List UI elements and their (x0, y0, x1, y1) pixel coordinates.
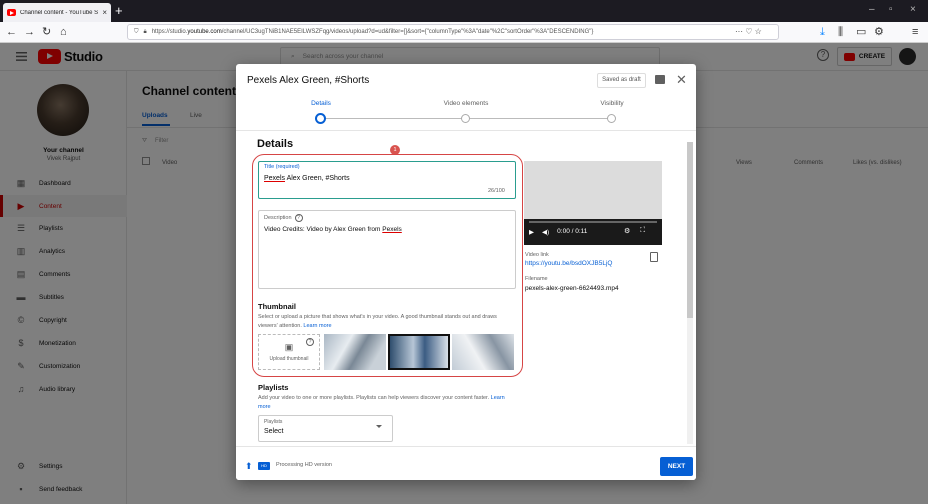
hd-icon: HD (258, 462, 270, 470)
step-video-elements[interactable]: Video elements (426, 100, 506, 107)
youtube-favicon-icon (7, 9, 16, 16)
auto-thumbnail-2-selected[interactable] (388, 334, 450, 370)
library-icon[interactable]: ⫼ (838, 24, 843, 40)
title-field-label: Title (required) (264, 164, 300, 170)
video-playback-controls: ▶ ◀) 0:00 / 0:11 (529, 228, 587, 236)
scrollbar-thumb[interactable] (687, 142, 693, 318)
processing-status: Processing HD version (276, 462, 332, 468)
gear-icon[interactable]: ⚙ (624, 227, 630, 235)
step-details[interactable]: Details (281, 100, 361, 107)
home-icon[interactable]: ⌂ (60, 24, 67, 40)
thumbnail-help-icon[interactable]: ? (306, 338, 314, 346)
video-link-label: Video link (525, 252, 549, 258)
video-link[interactable]: https://youtu.be/bsdOXJB5LjQ (525, 260, 612, 267)
sidebar-toggle-icon[interactable]: ▭ (856, 24, 866, 40)
description-field-label: Description? (264, 214, 303, 222)
next-button[interactable]: NEXT (660, 457, 693, 476)
description-field-value[interactable]: Video Credits: Video by Alex Green from … (264, 226, 402, 233)
auto-thumbnail-3[interactable] (452, 334, 514, 370)
menu-icon[interactable]: ≡ (912, 24, 918, 40)
playlists-dropdown-value: Select (264, 428, 284, 435)
thumbnail-description: Select or upload a picture that shows wh… (258, 314, 497, 329)
saved-as-draft-label: Saved as draft (597, 73, 646, 88)
step-video-elements-dot (461, 114, 470, 123)
page-actions-icon[interactable]: ··· ♡ ☆ (735, 27, 762, 36)
copy-icon[interactable] (650, 252, 658, 262)
browser-tab-bar (0, 0, 928, 22)
upload-thumbnail-label: Upload thumbnail (269, 356, 309, 362)
downloads-icon[interactable]: ⤓ (820, 24, 825, 40)
maximize-icon[interactable]: ▫ (889, 4, 893, 15)
video-time: 0:00 / 0:11 (557, 228, 588, 235)
step-details-dot (315, 113, 326, 124)
address-bar[interactable]: ⛉ 🔒︎ https://studio.youtube.com/channel/… (127, 24, 779, 40)
new-tab-button[interactable]: + (115, 3, 123, 18)
back-icon[interactable]: ← (6, 24, 17, 40)
playlists-heading: Playlists (258, 383, 289, 392)
volume-icon[interactable]: ◀) (542, 228, 549, 236)
play-icon[interactable]: ▶ (529, 228, 534, 236)
filename-label: Filename (525, 276, 548, 282)
browser-tab[interactable]: Channel content - YouTube St... × (3, 3, 111, 22)
close-tab-icon[interactable]: × (102, 8, 107, 17)
feedback-icon[interactable] (655, 75, 665, 84)
help-icon[interactable]: ? (294, 214, 303, 222)
upload-dialog: Pexels Alex Green, #Shorts Saved as draf… (236, 64, 696, 480)
chevron-down-icon (376, 425, 382, 428)
video-progress-bar[interactable] (529, 221, 657, 223)
thumbnail-learn-more-link[interactable]: Learn more (303, 323, 331, 329)
title-field-value[interactable]: Pexels Alex Green, #Shorts (264, 175, 350, 182)
lock-icon: 🔒︎ (143, 28, 147, 35)
forward-icon[interactable]: → (24, 24, 35, 40)
upload-icon: ⬆ (245, 461, 253, 471)
extension-icon[interactable]: ⚙ (874, 24, 884, 40)
shield-icon: ⛉ (134, 28, 139, 35)
step-visibility[interactable]: Visibility (572, 100, 652, 107)
url-text: https://studio.youtube.com/channel/UC3ug… (151, 29, 594, 35)
add-image-icon: ▣ (284, 342, 294, 352)
dialog-title: Pexels Alex Green, #Shorts (247, 75, 370, 86)
browser-tab-title: Channel content - YouTube St... (20, 9, 99, 16)
step-visibility-dot (607, 114, 616, 123)
reload-icon[interactable]: ↻ (42, 24, 51, 40)
details-heading: Details (257, 138, 294, 150)
title-char-count: 26/100 (488, 188, 505, 194)
close-window-icon[interactable]: × (910, 4, 916, 15)
auto-thumbnail-1[interactable] (324, 334, 386, 370)
minimize-icon[interactable]: – (869, 4, 875, 15)
filename-value: pexels-alex-green-6624493.mp4 (525, 285, 619, 292)
playlists-dropdown-label: Playlists (264, 419, 283, 425)
video-extra-controls: ⚙ ⛶ (624, 227, 645, 235)
close-icon[interactable]: ✕ (676, 72, 687, 88)
fullscreen-icon[interactable]: ⛶ (640, 227, 645, 235)
thumbnail-heading: Thumbnail (258, 302, 296, 311)
playlists-description: Add your video to one or more playlists.… (258, 395, 505, 410)
